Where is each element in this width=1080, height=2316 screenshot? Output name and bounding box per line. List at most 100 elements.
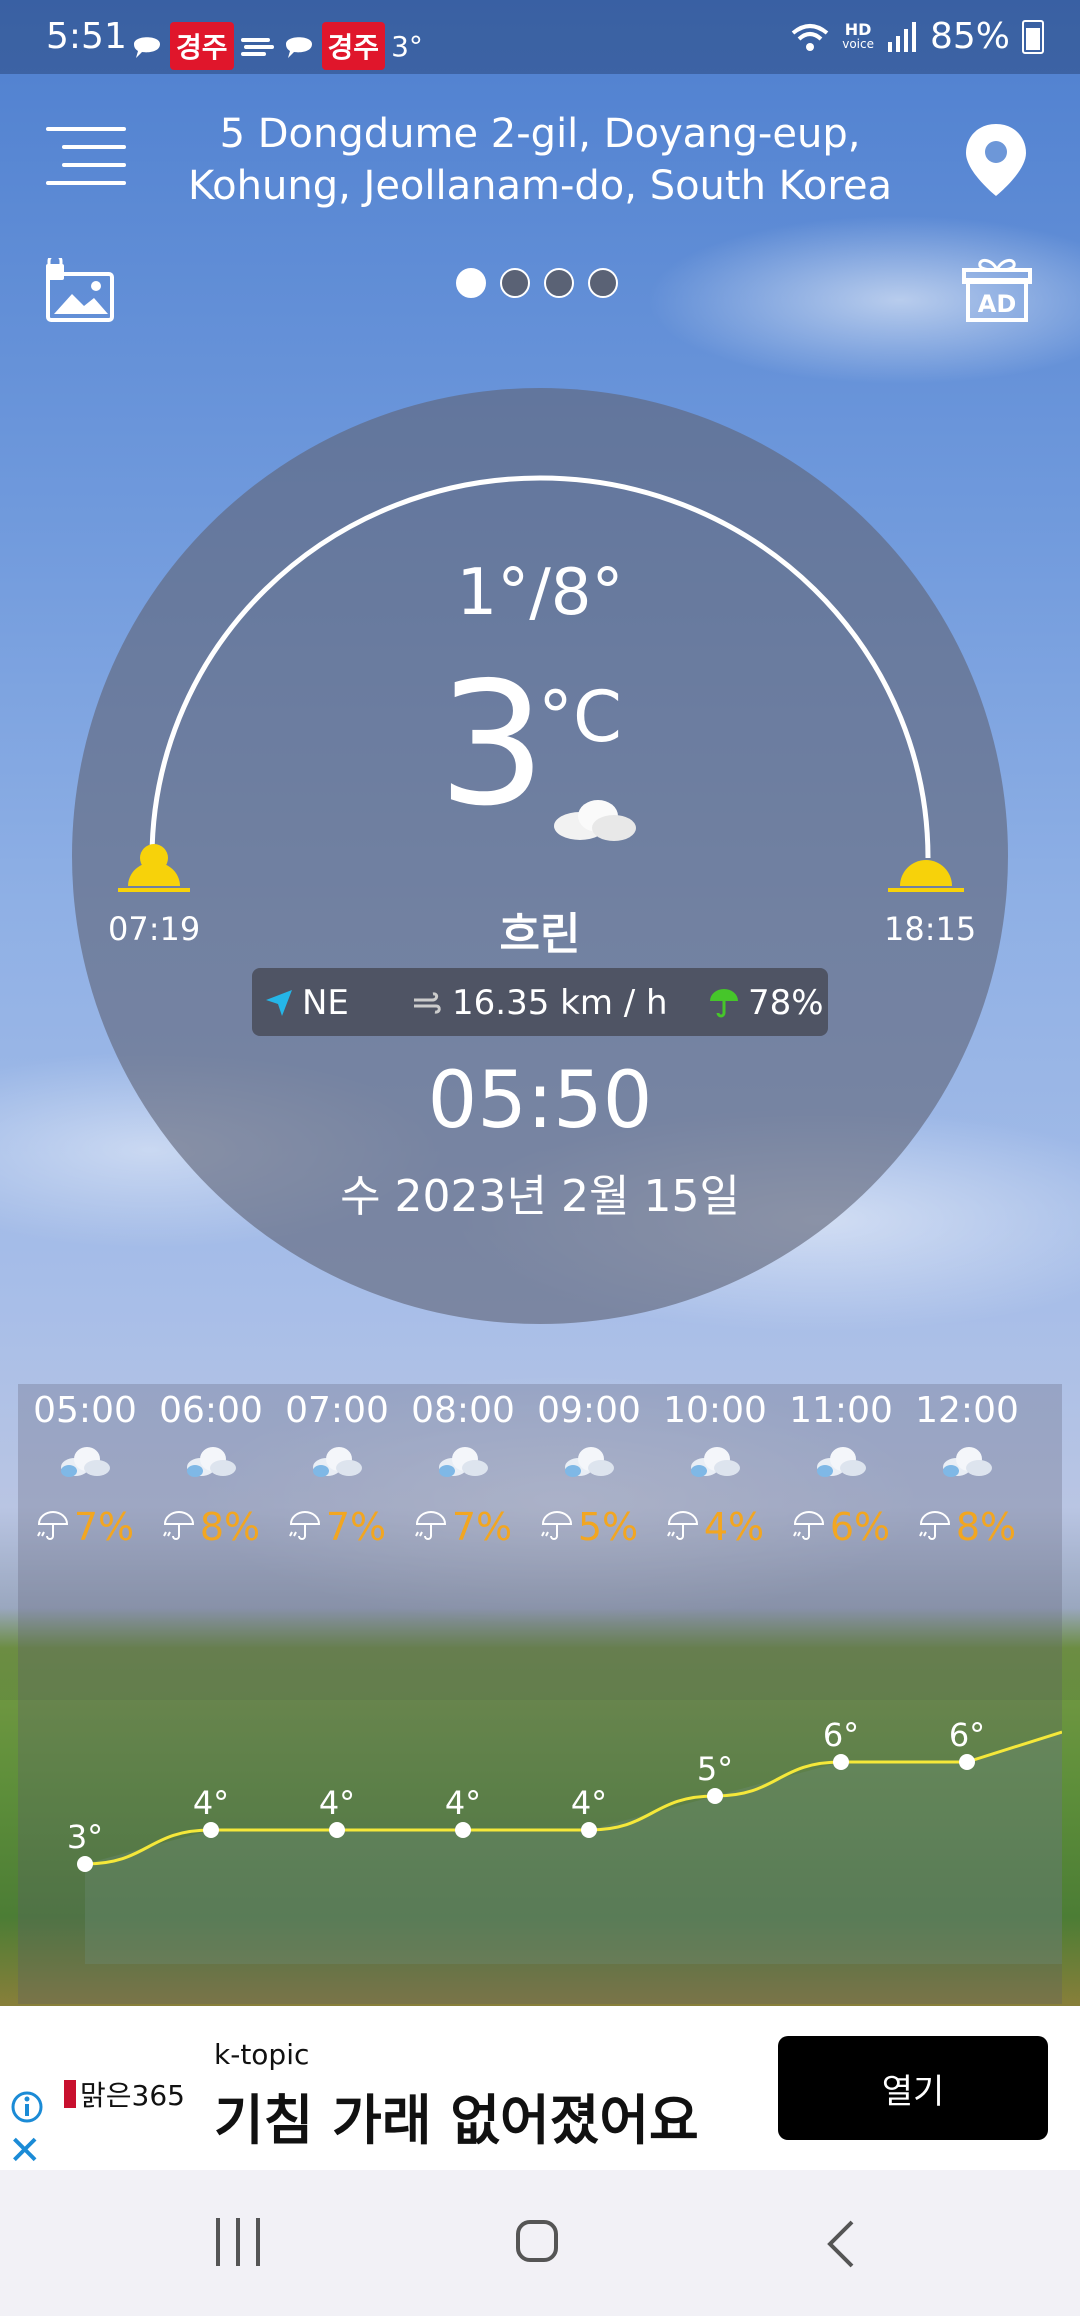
hourly-item: 12:00 8% — [904, 1384, 1030, 1549]
humidity: 78% — [708, 983, 824, 1023]
cloudy-icon — [904, 1441, 1030, 1495]
news-badge: 경주 — [170, 22, 234, 70]
wifi-icon — [791, 23, 829, 51]
battery-percent: 85% — [929, 16, 1010, 57]
chat-icon-2 — [285, 37, 312, 58]
ad-open-button[interactable]: 열기 — [778, 2036, 1048, 2140]
umbrella-outline-icon — [792, 1511, 824, 1540]
signal-icon — [887, 21, 916, 52]
battery-icon — [1022, 19, 1044, 54]
temp-label: 3° — [67, 1818, 103, 1856]
cloudy-icon — [554, 800, 636, 841]
ad-headline[interactable]: 기침 가래 없어졌어요 — [214, 2076, 699, 2155]
temp-point — [581, 1822, 597, 1838]
hourly-item: 1 — [1030, 1384, 1062, 1431]
temp-point — [959, 1754, 975, 1770]
min-max-temp: 1°/8° — [456, 556, 624, 630]
temp-point — [833, 1754, 849, 1770]
hd-voice-icon: HD voice — [842, 19, 874, 51]
background-image-icon[interactable] — [44, 258, 116, 324]
sunrise-icon — [118, 844, 190, 892]
hourly-time: 1 — [1030, 1390, 1062, 1431]
temp-point — [203, 1822, 219, 1838]
umbrella-icon — [710, 989, 738, 1018]
ad-sponsor: k-topic — [214, 2038, 310, 2071]
umbrella-outline-icon — [288, 1511, 320, 1540]
precip-chance: 8% — [904, 1505, 1030, 1549]
precip-chance: 8% — [148, 1505, 274, 1549]
cloudy-icon — [148, 1441, 274, 1495]
hourly-time: 06:00 — [159, 1390, 263, 1431]
hourly-time: 10:00 — [663, 1390, 767, 1431]
precip-chance: 7% — [22, 1505, 148, 1549]
chat-icon — [134, 37, 160, 58]
temp-point — [77, 1856, 93, 1872]
precip-chance: 5% — [526, 1505, 652, 1549]
notification-icons: 경주 경주 3° — [130, 22, 423, 70]
precip-chance: 4% — [652, 1505, 778, 1549]
hourly-time: 08:00 — [411, 1390, 515, 1431]
hourly-time: 07:00 — [285, 1390, 389, 1431]
temp-point — [329, 1822, 345, 1838]
location-pin-icon[interactable] — [964, 122, 1028, 198]
temp-label: 4° — [319, 1784, 355, 1822]
umbrella-outline-icon — [666, 1511, 698, 1540]
hourly-item: 11:00 6% — [778, 1384, 904, 1549]
hourly-item: 10:00 4% — [652, 1384, 778, 1549]
weather-details-bar: NE 16.35 km / h 78% — [252, 968, 828, 1036]
hourly-item: 09:00 5% — [526, 1384, 652, 1549]
umbrella-outline-icon — [540, 1511, 572, 1540]
current-time: 05:50 — [427, 1056, 653, 1146]
menu-button[interactable] — [42, 125, 128, 191]
status-time: 5:51 — [46, 16, 127, 57]
page-dot-3[interactable] — [544, 268, 574, 298]
status-bar: 5:51 경주 경주 3° HD voice 85% — [0, 0, 1080, 74]
precip-chance: 7% — [274, 1505, 400, 1549]
ad-close-icon[interactable]: ✕ — [8, 2128, 42, 2174]
wind-notif-icon — [240, 38, 274, 56]
precip-chance: 7% — [400, 1505, 526, 1549]
temp-label: 4° — [193, 1784, 229, 1822]
current-temperature: 3 — [438, 646, 547, 844]
news-badge-2: 경주 — [321, 22, 386, 70]
umbrella-outline-icon — [918, 1511, 950, 1540]
ad-brand-logo: 맑은365 — [64, 2074, 185, 2114]
cloudy-icon — [778, 1441, 904, 1495]
cloudy-icon — [400, 1441, 526, 1495]
recent-apps-button[interactable] — [214, 2218, 264, 2266]
svg-text:AD: AD — [978, 290, 1017, 318]
temp-label: 6° — [823, 1716, 859, 1754]
back-button[interactable] — [826, 2218, 856, 2270]
temp-notif: 3° — [391, 29, 423, 63]
hourly-item: 07:00 7% — [274, 1384, 400, 1549]
page-dot-2[interactable] — [500, 268, 530, 298]
hourly-time: 12:00 — [915, 1390, 1019, 1431]
sunset-icon — [888, 860, 964, 892]
temp-label: 4° — [571, 1784, 607, 1822]
hourly-time: 09:00 — [537, 1390, 641, 1431]
cloudy-icon — [22, 1441, 148, 1495]
temp-label: 4° — [445, 1784, 481, 1822]
ad-banner[interactable]: ✕ 맑은365 k-topic 기침 가래 없어졌어요 열기 — [0, 2006, 1080, 2174]
temp-point — [455, 1822, 471, 1838]
location-address[interactable]: 5 Dongdume 2-gil, Doyang-eup, Kohung, Je… — [160, 108, 920, 212]
page-indicator[interactable] — [456, 268, 618, 298]
temp-point — [707, 1788, 723, 1804]
page-dot-4[interactable] — [588, 268, 618, 298]
wind-icon — [414, 992, 441, 1014]
hourly-time: 11:00 — [789, 1390, 893, 1431]
page-dot-1[interactable] — [456, 268, 486, 298]
precip-chance: 6% — [778, 1505, 904, 1549]
cloudy-icon — [526, 1441, 652, 1495]
temp-label: 5° — [697, 1750, 733, 1788]
home-button[interactable] — [516, 2220, 558, 2262]
gift-ad-icon[interactable]: AD — [962, 256, 1032, 324]
wind-direction: NE — [264, 983, 349, 1023]
system-icons: HD voice 85% — [790, 16, 1044, 57]
temperature-unit: °C — [538, 676, 622, 758]
cloudy-icon — [274, 1441, 400, 1495]
current-date: 수 2023년 2월 15일 — [340, 1171, 740, 1222]
hourly-item: 05:00 7% — [22, 1384, 148, 1549]
hourly-forecast[interactable]: 3° 4° 4° 4° 4° 5° 6° 6° 05:00 7% 06:00 8% 07:00 7% 08… — [18, 1384, 1062, 2004]
ad-info-icon[interactable] — [10, 2090, 44, 2124]
